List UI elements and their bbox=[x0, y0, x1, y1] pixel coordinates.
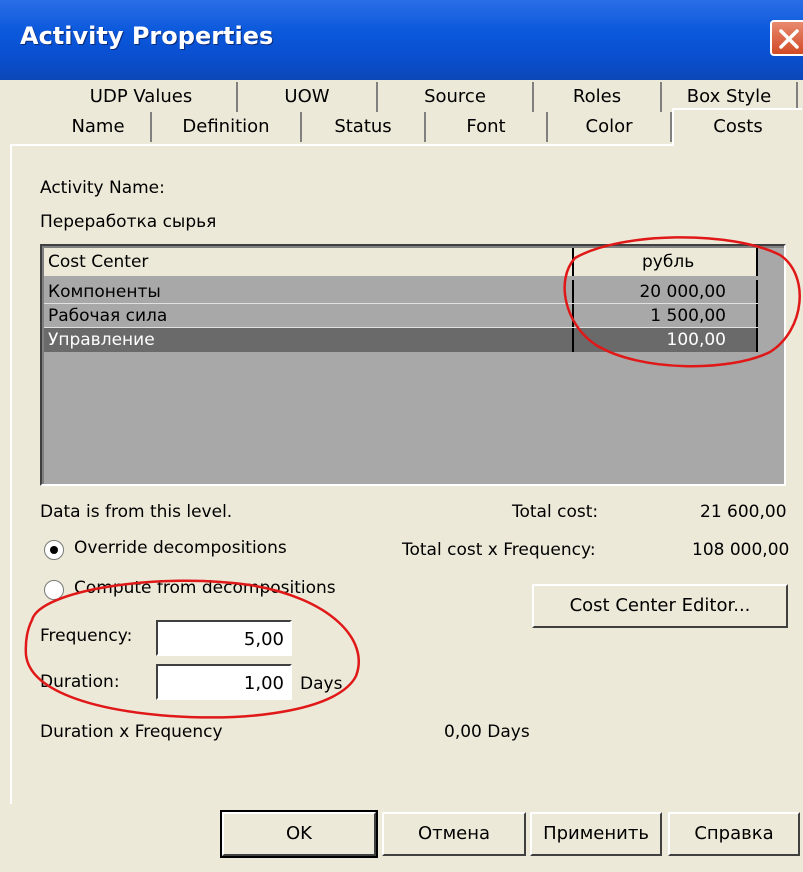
duration-freq-label: Duration x Frequency bbox=[40, 722, 223, 742]
close-icon bbox=[779, 29, 799, 49]
tab-font[interactable]: Font bbox=[426, 112, 548, 142]
help-button[interactable]: Справка bbox=[668, 812, 800, 856]
table-row[interactable]: Компоненты 20 000,00 bbox=[44, 280, 758, 304]
close-button[interactable] bbox=[770, 20, 803, 56]
frequency-field[interactable]: 5,00 bbox=[156, 620, 292, 656]
override-radio[interactable] bbox=[44, 540, 64, 560]
tab-status[interactable]: Status bbox=[302, 112, 426, 142]
column-separator bbox=[572, 248, 574, 276]
tab-uow[interactable]: UOW bbox=[238, 82, 378, 112]
table-row[interactable]: Управление 100,00 bbox=[44, 328, 758, 352]
total-freq-value: 108 000,00 bbox=[692, 540, 790, 560]
cancel-button[interactable]: Отмена bbox=[382, 812, 526, 856]
duration-unit: Days bbox=[300, 674, 343, 694]
activity-name-value: Переработка сырья bbox=[40, 212, 217, 232]
row-name: Компоненты bbox=[48, 282, 161, 302]
cost-center-editor-button[interactable]: Cost Center Editor... bbox=[532, 584, 788, 628]
window-title: Activity Properties bbox=[20, 22, 274, 50]
compute-radio[interactable] bbox=[44, 580, 64, 600]
data-level-text: Data is from this level. bbox=[40, 502, 233, 522]
row-name: Рабочая сила bbox=[48, 306, 168, 326]
tab-udp-values[interactable]: UDP Values bbox=[46, 82, 238, 112]
total-cost-label: Total cost: bbox=[512, 502, 599, 522]
row-name: Управление bbox=[48, 330, 155, 350]
cost-table[interactable]: Cost Center рубль Компоненты 20 000,00 Р… bbox=[40, 244, 786, 486]
column-separator bbox=[572, 328, 574, 352]
tab-roles[interactable]: Roles bbox=[534, 82, 662, 112]
column-separator bbox=[756, 280, 758, 304]
table-row[interactable]: Рабочая сила 1 500,00 bbox=[44, 304, 758, 328]
column-separator bbox=[756, 328, 758, 352]
header-currency[interactable]: рубль bbox=[642, 252, 694, 272]
row-value: 20 000,00 bbox=[639, 282, 726, 302]
table-header: Cost Center рубль bbox=[44, 248, 758, 276]
row-value: 1 500,00 bbox=[650, 306, 726, 326]
tab-name[interactable]: Name bbox=[46, 112, 152, 142]
cost-table-body: Cost Center рубль Компоненты 20 000,00 Р… bbox=[44, 248, 784, 484]
tab-color[interactable]: Color bbox=[548, 112, 672, 142]
duration-label: Duration: bbox=[40, 672, 120, 692]
row-value: 100,00 bbox=[666, 330, 726, 350]
column-separator bbox=[572, 304, 574, 328]
header-cost-center[interactable]: Cost Center bbox=[48, 252, 148, 272]
duration-freq-value: 0,00 Days bbox=[444, 722, 530, 742]
column-separator bbox=[756, 248, 758, 276]
duration-field[interactable]: 1,00 bbox=[156, 664, 292, 700]
tab-definition[interactable]: Definition bbox=[152, 112, 302, 142]
activity-name-label: Activity Name: bbox=[40, 178, 165, 198]
compute-label[interactable]: Compute from decompositions bbox=[74, 578, 336, 598]
tab-costs[interactable]: Costs bbox=[672, 108, 802, 146]
total-freq-label: Total cost x Frequency: bbox=[402, 540, 596, 560]
title-bar: Activity Properties bbox=[0, 0, 803, 80]
ok-button[interactable]: OK bbox=[220, 810, 378, 858]
frequency-label: Frequency: bbox=[40, 626, 133, 646]
apply-button[interactable]: Применить bbox=[530, 812, 662, 856]
column-separator bbox=[572, 280, 574, 304]
column-separator bbox=[756, 304, 758, 328]
tab-source[interactable]: Source bbox=[378, 82, 534, 112]
override-label[interactable]: Override decompositions bbox=[74, 538, 287, 558]
total-cost-value: 21 600,00 bbox=[700, 502, 787, 522]
